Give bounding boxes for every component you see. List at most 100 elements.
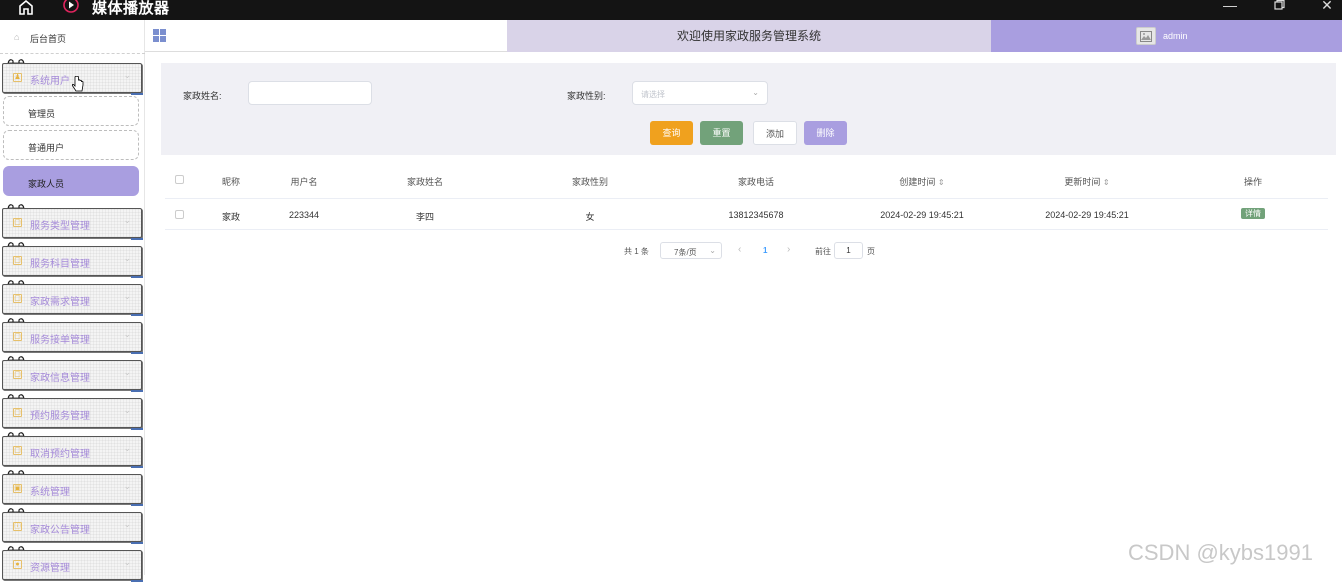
sidebar-category-label: 资源管理 — [30, 563, 70, 574]
sidebar-home-link[interactable]: ⌂ 后台首页 — [0, 28, 145, 48]
document-icon: ▢ — [13, 408, 22, 417]
close-icon[interactable]: ✕ — [1312, 0, 1342, 18]
name-search-input[interactable] — [248, 81, 372, 105]
menu-grid-icon[interactable] — [153, 29, 166, 42]
sidebar-category-label: 系统用户 — [30, 76, 70, 87]
page-curl — [131, 387, 143, 392]
window-title: 媒体播放器 — [92, 0, 170, 17]
document-icon: ▢ — [13, 332, 22, 341]
gender-label: 家政性别: — [567, 91, 606, 101]
chevron-down-icon: ⌄ — [123, 70, 131, 80]
goto-page-input[interactable]: 1 — [834, 242, 863, 259]
sidebar-category-label: 家政信息管理 — [30, 373, 90, 384]
minimize-icon[interactable]: — — [1215, 0, 1245, 18]
page-curl — [131, 501, 143, 506]
hand-cursor-icon — [71, 75, 84, 92]
welcome-banner: 欢迎使用家政服务管理系统 — [507, 20, 991, 52]
delete-button[interactable]: 删除 — [804, 121, 847, 145]
header-name: 家政姓名 — [406, 177, 444, 187]
chevron-down-icon: ⌄ — [123, 519, 131, 529]
home-icon[interactable] — [16, 0, 36, 16]
row-checkbox[interactable] — [175, 210, 184, 219]
sidebar-subitem-label: 家政人员 — [28, 179, 65, 189]
sidebar-category-7[interactable]: ▢ 预约服务管理 ⌄ — [2, 398, 143, 430]
header-updated[interactable]: 更新时间 ⇕ — [1064, 175, 1109, 188]
select-all-checkbox[interactable] — [175, 175, 184, 184]
sidebar-subitem-1[interactable]: 管理员 — [3, 96, 139, 126]
sidebar-category-label: 系统管理 — [30, 487, 70, 498]
page-curl — [131, 425, 143, 430]
sidebar-category-6[interactable]: ▢ 家政信息管理 ⌄ — [2, 360, 143, 392]
page-curl — [131, 273, 143, 278]
chevron-down-icon: ⌄ — [123, 215, 131, 225]
prev-page-button[interactable]: ‹ — [738, 244, 741, 255]
cell-name: 李四 — [415, 212, 435, 222]
header-created-label: 创建时间 — [899, 177, 936, 187]
sidebar-category-4[interactable]: ▢ 家政需求管理 ⌄ — [2, 284, 143, 316]
sort-icon[interactable]: ⇕ — [938, 178, 945, 187]
sidebar-subitem-2[interactable]: 普通用户 — [3, 130, 139, 160]
document-icon: ▢ — [13, 446, 22, 455]
page-curl — [131, 90, 143, 95]
house-icon: ⌂ — [14, 32, 20, 42]
search-button[interactable]: 查询 — [650, 121, 693, 145]
detail-button[interactable]: 详情 — [1241, 208, 1265, 219]
header-updated-label: 更新时间 — [1064, 177, 1101, 187]
restore-icon[interactable] — [1264, 0, 1294, 18]
document-icon: ▢ — [13, 370, 22, 379]
media-player-icon — [62, 0, 80, 14]
header-user: admin — [991, 20, 1342, 52]
page-size-select[interactable]: 7条/页 ⌄ — [660, 242, 722, 259]
current-page[interactable]: 1 — [763, 246, 767, 255]
sidebar-category-2[interactable]: ▢ 服务类型管理 ⌄ — [2, 208, 143, 240]
sidebar-subitem-label: 普通用户 — [28, 143, 65, 153]
sidebar-category-label: 家政公告管理 — [30, 525, 90, 536]
watermark: CSDN @kybs1991 — [1128, 540, 1313, 565]
cell-updated: 2024-02-29 19:45:21 — [1045, 210, 1129, 220]
person-icon: ♟ — [13, 73, 22, 82]
cell-nickname: 家政 — [221, 212, 241, 222]
sidebar-category-3[interactable]: ▢ 服务科目管理 ⌄ — [2, 246, 143, 278]
sidebar-category-label: 服务接单管理 — [30, 335, 90, 346]
page-curl — [131, 235, 143, 240]
document-icon: ▢ — [13, 294, 22, 303]
page-curl — [131, 463, 143, 468]
avatar[interactable] — [1136, 27, 1156, 45]
header-phone: 家政电话 — [737, 177, 775, 187]
header-created[interactable]: 创建时间 ⇕ — [899, 175, 944, 188]
chevron-down-icon: ⌄ — [123, 557, 131, 567]
header-action: 操作 — [1243, 177, 1263, 187]
sidebar-category-10[interactable]: ⓘ 家政公告管理 ⌄ — [2, 512, 143, 544]
chevron-down-icon: ⌄ — [123, 481, 131, 491]
sidebar-category-9[interactable]: ▣ 系统管理 ⌄ — [2, 474, 143, 506]
sidebar-subitem-3[interactable]: 家政人员 — [3, 166, 139, 196]
reset-button[interactable]: 重置 — [700, 121, 743, 145]
sidebar-category-8[interactable]: ▢ 取消预约管理 ⌄ — [2, 436, 143, 468]
header-left — [145, 20, 507, 52]
pagination-total: 共 1 条 — [624, 247, 649, 256]
gender-select[interactable]: 请选择 ⌄ — [632, 81, 768, 105]
sidebar-category-label: 服务科目管理 — [30, 259, 90, 270]
sidebar-category-11[interactable]: ● 资源管理 ⌄ — [2, 550, 143, 582]
table-header: 昵称 用户名 家政姓名 家政性别 家政电话 创建时间 ⇕ 更新时间 ⇕ 操作 — [165, 165, 1328, 199]
sidebar-category-5[interactable]: ▢ 服务接单管理 ⌄ — [2, 322, 143, 354]
header-username: 用户名 — [290, 177, 318, 187]
add-button[interactable]: 添加 — [753, 121, 797, 145]
page-curl — [131, 311, 143, 316]
username[interactable]: admin — [1163, 31, 1188, 41]
sort-icon[interactable]: ⇕ — [1103, 178, 1110, 187]
header-gender: 家政性别 — [571, 177, 609, 187]
cell-created: 2024-02-29 19:45:21 — [880, 210, 964, 220]
name-label: 家政姓名: — [183, 91, 222, 101]
cell-gender: 女 — [585, 212, 595, 222]
sidebar-category-label: 家政需求管理 — [30, 297, 90, 308]
chevron-down-icon: ⌄ — [123, 329, 131, 339]
chevron-down-icon: ⌄ — [123, 443, 131, 453]
sidebar-home-label: 后台首页 — [30, 34, 67, 44]
info-icon: ⓘ — [13, 522, 22, 531]
cell-username: 223344 — [288, 210, 320, 220]
cell-action: 详情 — [1241, 208, 1265, 219]
next-page-button[interactable]: › — [787, 244, 790, 255]
sidebar-category-label: 预约服务管理 — [30, 411, 90, 422]
dot-icon: ● — [13, 560, 22, 569]
